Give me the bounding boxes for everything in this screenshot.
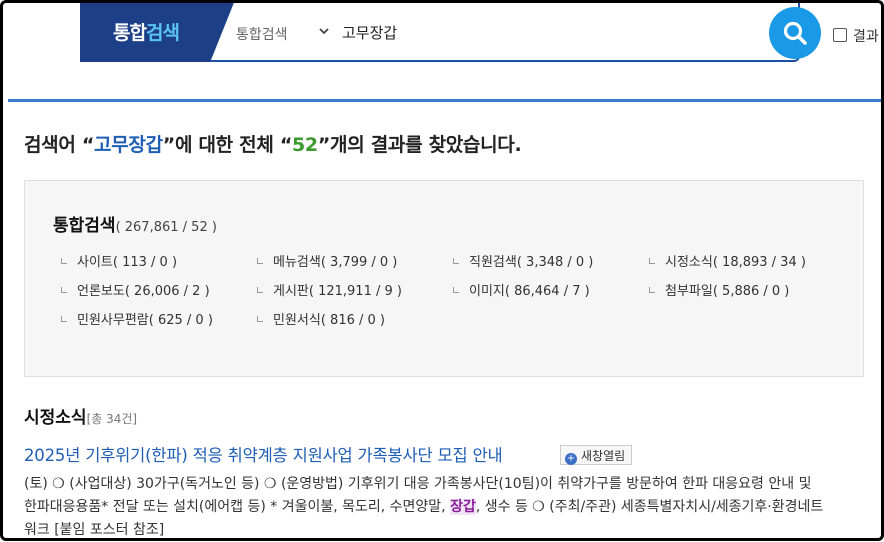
- search-header: 통합검색 통합검색 고무장갑 결과: [0, 0, 884, 100]
- header-divider: [8, 99, 884, 102]
- category-link-city-news[interactable]: 시정소식( 18,893 / 34 ): [649, 251, 806, 270]
- result-search-checkbox[interactable]: [833, 28, 847, 42]
- category-link-menu[interactable]: 메뉴검색( 3,799 / 0 ): [257, 251, 397, 270]
- new-window-label: 새창열림: [581, 449, 626, 463]
- category-label: 시정소식( 18,893 / 34 ): [665, 255, 806, 270]
- section-title: 시정소식[총 34건]: [24, 403, 137, 428]
- bullet-icon: [257, 316, 263, 322]
- result-search-label: 결과: [853, 29, 879, 45]
- category-summary: 통합검색( 267,861 / 52 ) 사이트( 113 / 0 ) 메뉴검색…: [24, 180, 864, 377]
- result-search-option[interactable]: 결과: [833, 26, 879, 46]
- headline-suffix: ”개의 결과를 찾았습니다.: [317, 134, 522, 156]
- new-window-button[interactable]: + 새창열림: [560, 445, 633, 465]
- category-label: 직원검색( 3,348 / 0 ): [469, 255, 594, 270]
- bullet-icon: [61, 258, 67, 264]
- search-button[interactable]: [769, 7, 821, 59]
- result-headline: 검색어 “고무장갑”에 대한 전체 “52”개의 결과를 찾았습니다.: [24, 130, 522, 157]
- brand-logo-text: 통합검색: [113, 18, 180, 45]
- headline-middle: ”에 대한 전체 “: [162, 134, 293, 156]
- bullet-icon: [257, 287, 263, 293]
- summary-title[interactable]: 통합검색( 267,861 / 52 ): [53, 211, 217, 236]
- headline-count: 52: [292, 134, 318, 156]
- brand-part1: 통합: [113, 22, 147, 44]
- category-label: 이미지( 86,464 / 7 ): [469, 284, 590, 299]
- search-icon: [783, 21, 807, 45]
- category-label: 게시판( 121,911 / 9 ): [273, 284, 402, 299]
- category-link-board[interactable]: 게시판( 121,911 / 9 ): [257, 280, 402, 299]
- brand-part2: 검색: [145, 22, 180, 44]
- category-label: 언론보도( 26,006 / 2 ): [77, 284, 210, 299]
- category-link-site[interactable]: 사이트( 113 / 0 ): [61, 251, 177, 270]
- bullet-icon: [453, 287, 459, 293]
- bullet-icon: [257, 258, 263, 264]
- category-link-press[interactable]: 언론보도( 26,006 / 2 ): [61, 280, 210, 299]
- result-snippet: (토) ❍ (사업대상) 30가구(독거노인 등) ❍ (운영방법) 기후위기 …: [24, 473, 824, 542]
- category-label: 민원서식( 816 / 0 ): [273, 313, 385, 328]
- headline-keyword: 고무장갑: [94, 134, 163, 156]
- summary-title-text: 통합검색: [53, 216, 116, 236]
- snippet-highlight: 장갑: [450, 499, 476, 515]
- bullet-icon: [453, 258, 459, 264]
- search-input[interactable]: 고무장갑: [342, 22, 397, 43]
- category-link-staff[interactable]: 직원검색( 3,348 / 0 ): [453, 251, 593, 270]
- category-label: 민원사무편람( 625 / 0 ): [77, 313, 213, 328]
- section-count: [총 34건]: [86, 412, 138, 426]
- category-label: 사이트( 113 / 0 ): [77, 255, 178, 270]
- scope-select[interactable]: 통합검색: [236, 24, 288, 44]
- category-link-image[interactable]: 이미지( 86,464 / 7 ): [453, 280, 590, 299]
- category-label: 첨부파일( 5,886 / 0 ): [665, 284, 790, 299]
- summary-count: ( 267,861 / 52 ): [115, 220, 217, 235]
- chevron-down-icon[interactable]: [317, 24, 331, 38]
- bullet-icon: [649, 258, 655, 264]
- bullet-icon: [61, 316, 67, 322]
- category-link-civil-manual[interactable]: 민원사무편람( 625 / 0 ): [61, 309, 213, 328]
- result-title-link[interactable]: 2025년 기후위기(한파) 적응 취약계층 지원사업 가족봉사단 모집 안내: [24, 442, 503, 466]
- section-title-text: 시정소식: [24, 408, 87, 428]
- bullet-icon: [649, 287, 655, 293]
- category-link-attachment[interactable]: 첨부파일( 5,886 / 0 ): [649, 280, 789, 299]
- plus-icon: +: [565, 453, 577, 465]
- category-label: 메뉴검색( 3,799 / 0 ): [273, 255, 398, 270]
- headline-prefix: 검색어 “: [24, 134, 95, 156]
- bullet-icon: [61, 287, 67, 293]
- category-link-civil-form[interactable]: 민원서식( 816 / 0 ): [257, 309, 385, 328]
